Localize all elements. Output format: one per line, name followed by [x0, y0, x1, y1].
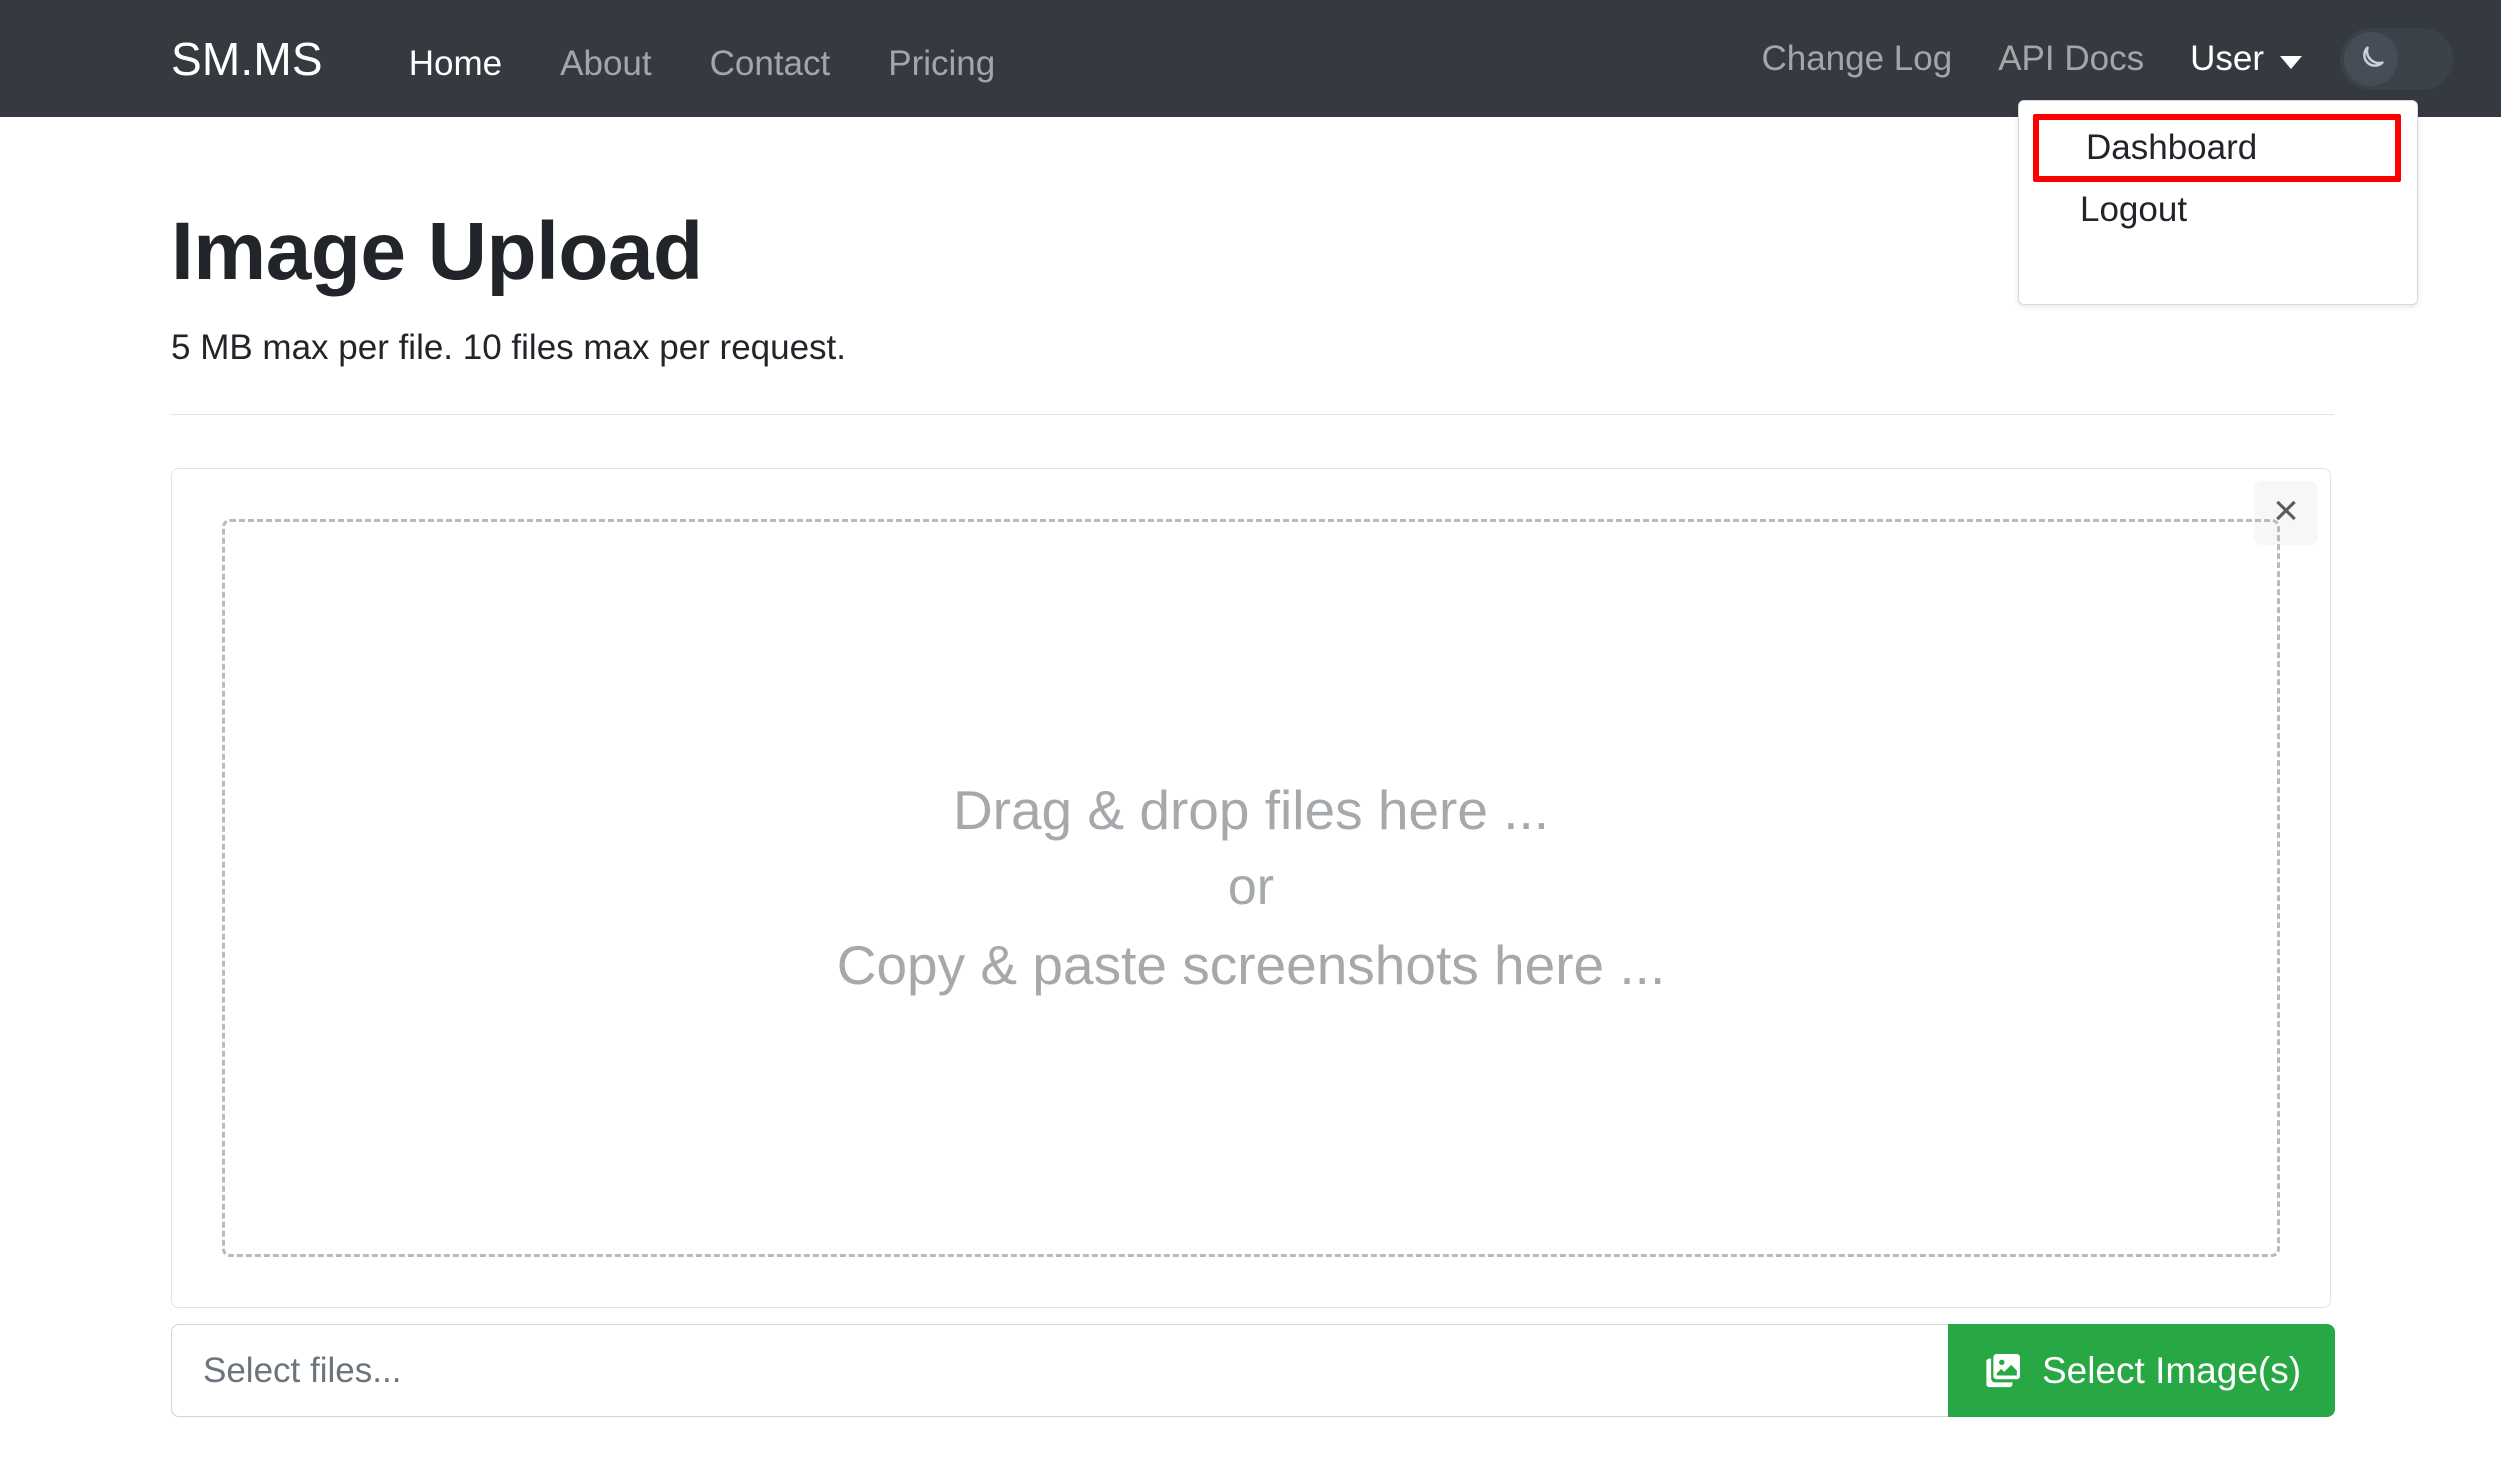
- dropzone-line-1: Drag & drop files here ...: [952, 778, 1550, 841]
- nav-link-api-docs[interactable]: API Docs: [1975, 41, 2167, 76]
- brand-logo[interactable]: SM.MS: [171, 36, 323, 82]
- nav-link-contact[interactable]: Contact: [681, 46, 860, 81]
- dark-mode-toggle-knob: [2344, 31, 2398, 86]
- page-title: Image Upload: [171, 206, 703, 297]
- page-subtitle: 5 MB max per file. 10 files max per requ…: [171, 328, 846, 368]
- nav-link-change-log[interactable]: Change Log: [1738, 41, 1975, 76]
- nav-link-about[interactable]: About: [531, 46, 680, 81]
- file-dropzone[interactable]: Drag & drop files here ... or Copy & pas…: [222, 519, 2280, 1258]
- chevron-down-icon: [2280, 56, 2302, 69]
- user-dropdown-menu: Dashboard Logout: [2018, 100, 2418, 305]
- select-images-button[interactable]: Select Image(s): [1948, 1324, 2335, 1418]
- dropdown-item-dashboard[interactable]: Dashboard: [2033, 114, 2401, 182]
- images-icon: [1982, 1350, 2024, 1392]
- moon-icon: [2354, 42, 2388, 76]
- upload-card: × Drag & drop files here ... or Copy & p…: [171, 468, 2331, 1309]
- primary-nav-links: Home About Contact Pricing: [380, 46, 1024, 81]
- nav-link-home[interactable]: Home: [380, 46, 531, 81]
- dropdown-item-logout[interactable]: Logout: [2019, 182, 2417, 238]
- dropzone-line-3: Copy & paste screenshots here ...: [836, 933, 1666, 996]
- header-divider: [171, 414, 2334, 416]
- dark-mode-toggle[interactable]: [2340, 27, 2453, 90]
- dropzone-line-2: or: [1227, 858, 1275, 917]
- user-menu-toggle[interactable]: User: [2167, 41, 2318, 76]
- file-select-group: Select Image(s): [171, 1324, 2335, 1418]
- select-images-button-label: Select Image(s): [2041, 1349, 2302, 1391]
- main-container: Image Upload 5 MB max per file. 10 files…: [171, 117, 2335, 1418]
- user-menu-label: User: [2190, 39, 2264, 78]
- navbar-left-group: SM.MS Home About Contact Pricing: [171, 36, 1024, 82]
- nav-link-pricing[interactable]: Pricing: [859, 46, 1024, 81]
- file-path-input[interactable]: [171, 1324, 1948, 1418]
